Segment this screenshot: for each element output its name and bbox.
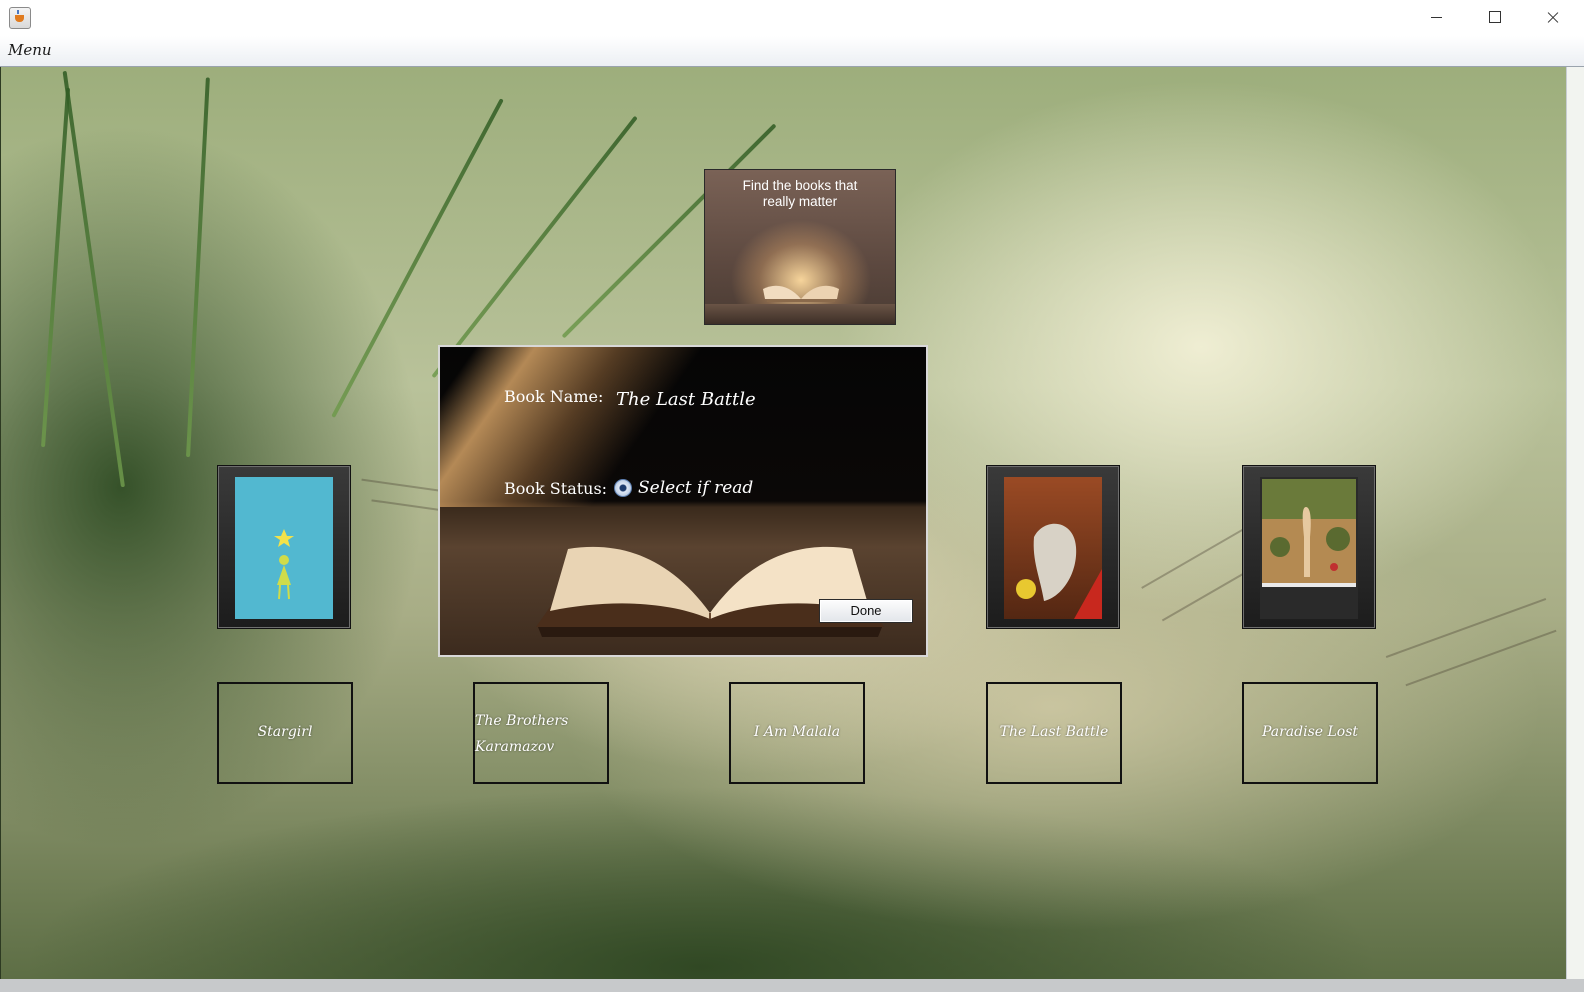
banner-text-line2: really matter [762,194,838,209]
read-radio-label[interactable]: Select if read [638,478,753,498]
window-right-edge [1566,67,1584,979]
book-label-stargirl[interactable]: Stargirl [217,682,353,784]
page-text-line [1405,629,1557,687]
done-button[interactable]: Done [819,599,913,623]
stargirl-cover-image [235,477,333,619]
book-label-text: Paradise Lost [1261,724,1359,740]
grass-blade [186,77,210,458]
title-bar [0,0,1584,36]
book-label-the-brothers-karamazov[interactable]: The Brothers Karamazov [473,682,609,784]
book-label-paradise-lost[interactable]: Paradise Lost [1242,682,1378,784]
last-battle-cover-image [1004,477,1102,619]
book-cover-paradise-lost[interactable] [1242,465,1376,629]
maximize-button[interactable] [1466,0,1524,36]
minimize-button[interactable] [1408,0,1466,36]
grass-blade [431,115,638,379]
book-label-line1: The Brothers [475,713,569,729]
book-status-label: Book Status: [504,479,608,498]
java-app-icon[interactable] [9,7,31,29]
book-cover-the-last-battle[interactable] [986,465,1120,629]
book-name-label: Book Name: [504,387,604,406]
paradise-lost-cover-image [1260,477,1358,619]
menu-button[interactable]: Menu [8,41,52,59]
minimize-icon [1431,17,1442,18]
book-status-dialog: Book Name: The Last Battle Book Status: … [438,345,928,657]
menu-bar: Menu [0,36,1584,67]
book-label-the-last-battle[interactable]: The Last Battle [986,682,1122,784]
banner-image: Find the books that really matter [704,169,896,325]
app-icon-cup [15,15,24,22]
grass-blade [62,70,125,488]
book-cover-stargirl[interactable] [217,465,351,629]
book-label-text: Stargirl [257,724,313,740]
maximize-icon [1489,11,1501,23]
page-text-line [1385,597,1547,659]
glowing-book-icon [763,285,839,302]
banner-table [705,304,895,324]
grass-blade [41,87,71,448]
banner-text: Find the books that really matter [705,178,895,210]
window-bottom-edge [0,979,1584,992]
book-label-text: I Am Malala [753,724,841,740]
app-icon-steam [17,10,22,14]
book-name-value: The Last Battle [616,389,756,410]
banner-text-line1: Find the books that [742,178,858,193]
book-label-i-am-malala[interactable]: I Am Malala [729,682,865,784]
book-label-line2: Karamazov [475,739,555,755]
book-label-text: The Brothers Karamazov [475,708,607,760]
read-radio-button[interactable] [614,479,632,497]
close-button[interactable] [1524,0,1582,36]
book-label-text: The Last Battle [999,724,1109,740]
